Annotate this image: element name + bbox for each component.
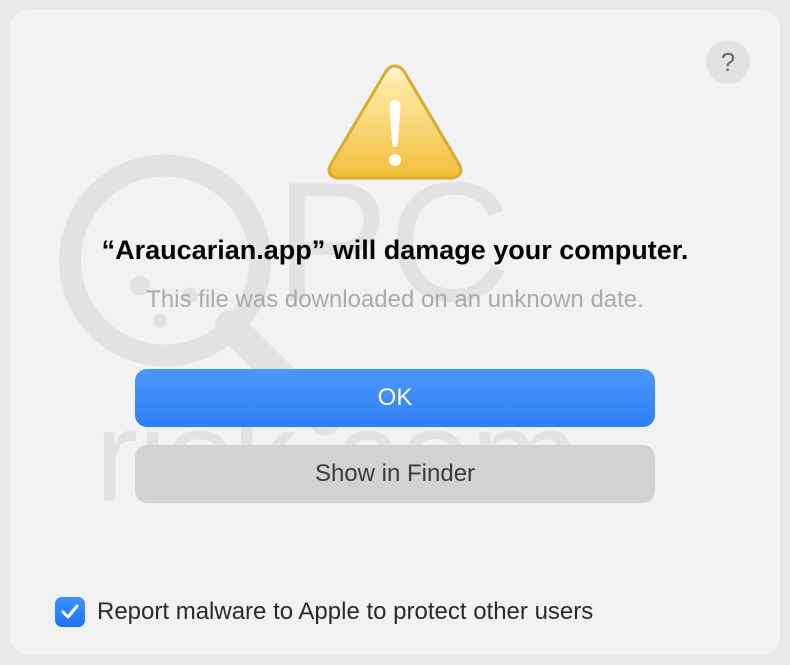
alert-headline: “Araucarian.app” will damage your comput… xyxy=(102,235,689,266)
show-in-finder-label: Show in Finder xyxy=(315,460,475,487)
checkmark-icon xyxy=(60,602,80,622)
button-group: OK Show in Finder xyxy=(135,369,655,503)
headline-quote-open: “ xyxy=(102,235,116,265)
help-icon: ? xyxy=(721,47,735,78)
warning-icon xyxy=(325,60,465,190)
alert-subtext: This file was downloaded on an unknown d… xyxy=(146,286,644,314)
help-button[interactable]: ? xyxy=(706,40,750,84)
headline-suffix: ” will damage your computer. xyxy=(312,235,689,265)
report-malware-row: Report malware to Apple to protect other… xyxy=(55,597,593,627)
ok-button-label: OK xyxy=(378,384,413,411)
report-malware-checkbox[interactable] xyxy=(55,597,85,627)
ok-button[interactable]: OK xyxy=(135,369,655,427)
headline-app-name: Araucarian.app xyxy=(115,235,312,265)
show-in-finder-button[interactable]: Show in Finder xyxy=(135,445,655,503)
alert-dialog: PC risk.com ? “Araucarian.app” will dama… xyxy=(10,10,780,655)
report-malware-label: Report malware to Apple to protect other… xyxy=(97,598,593,626)
